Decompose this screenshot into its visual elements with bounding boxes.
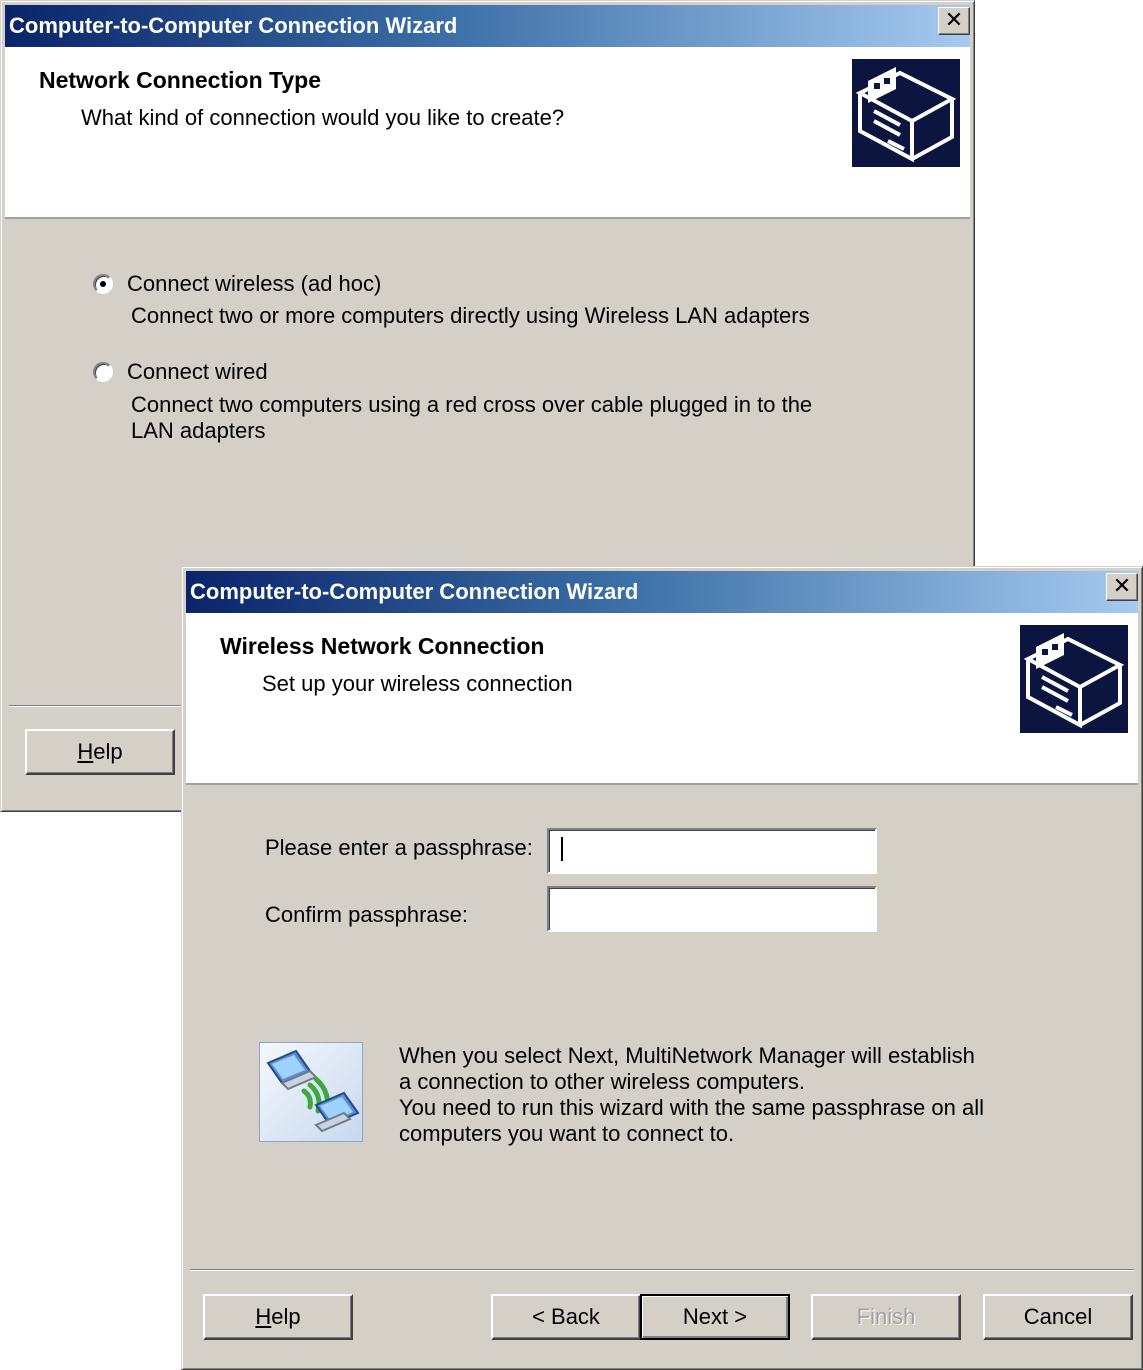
page-subtitle: What kind of connection would you like t… (81, 105, 565, 130)
passphrase-input[interactable] (547, 828, 877, 874)
help-button[interactable]: Help (203, 1294, 353, 1340)
finish-button[interactable]: Finish (811, 1294, 961, 1340)
network-card-logo-icon (1020, 625, 1128, 733)
info-line-1: When you select Next, MultiNetwork Manag… (399, 1043, 975, 1068)
footer-divider (190, 1269, 1134, 1271)
confirm-passphrase-label: Confirm passphrase: (265, 902, 468, 927)
page-title: Network Connection Type (39, 67, 321, 93)
close-button[interactable]: ✕ (1106, 573, 1138, 601)
option-description: Connect two or more computers directly u… (131, 303, 810, 328)
page-subtitle: Set up your wireless connection (262, 671, 573, 696)
back-button[interactable]: < Back (491, 1294, 641, 1340)
wireless-computers-icon (259, 1042, 363, 1142)
help-button[interactable]: Help (25, 729, 175, 775)
title-bar[interactable]: Computer-to-Computer Connection Wizard (5, 5, 970, 47)
title-bar[interactable]: Computer-to-Computer Connection Wizard (186, 571, 1138, 613)
wizard-header: Wireless Network Connection Set up your … (186, 613, 1138, 785)
wizard-header: Network Connection Type What kind of con… (5, 47, 970, 219)
radio-connect-wired[interactable]: Connect wired (93, 359, 268, 385)
info-line-3: You need to run this wizard with the sam… (399, 1095, 984, 1120)
page-title: Wireless Network Connection (220, 633, 545, 659)
window-title: Computer-to-Computer Connection Wizard (9, 13, 458, 38)
passphrase-label: Please enter a passphrase: (265, 835, 533, 860)
radio-selected-indicator[interactable] (93, 274, 113, 294)
radio-unselected-indicator[interactable] (93, 362, 113, 382)
confirm-passphrase-input[interactable] (547, 886, 877, 932)
close-button[interactable]: ✕ (938, 7, 970, 35)
option-label: Connect wired (127, 359, 268, 384)
option-description-line-1: Connect two computers using a red cross … (131, 392, 813, 417)
option-description-line-2: LAN adapters (131, 418, 266, 443)
wireless-network-connection-dialog: Computer-to-Computer Connection Wizard ✕… (181, 566, 1143, 1370)
text-caret (561, 837, 563, 861)
cancel-button[interactable]: Cancel (983, 1294, 1133, 1340)
window-title: Computer-to-Computer Connection Wizard (190, 579, 639, 604)
next-button[interactable]: Next > (640, 1294, 790, 1340)
option-label: Connect wireless (ad hoc) (127, 271, 382, 296)
network-card-logo-icon (852, 59, 960, 167)
wireless-laptops-icon (266, 1049, 360, 1133)
info-line-2: a connection to other wireless computers… (399, 1069, 805, 1094)
info-text: When you select Next, MultiNetwork Manag… (399, 1043, 984, 1147)
radio-connect-wireless[interactable]: Connect wireless (ad hoc) (93, 271, 381, 297)
info-line-4: computers you want to connect to. (399, 1121, 735, 1146)
